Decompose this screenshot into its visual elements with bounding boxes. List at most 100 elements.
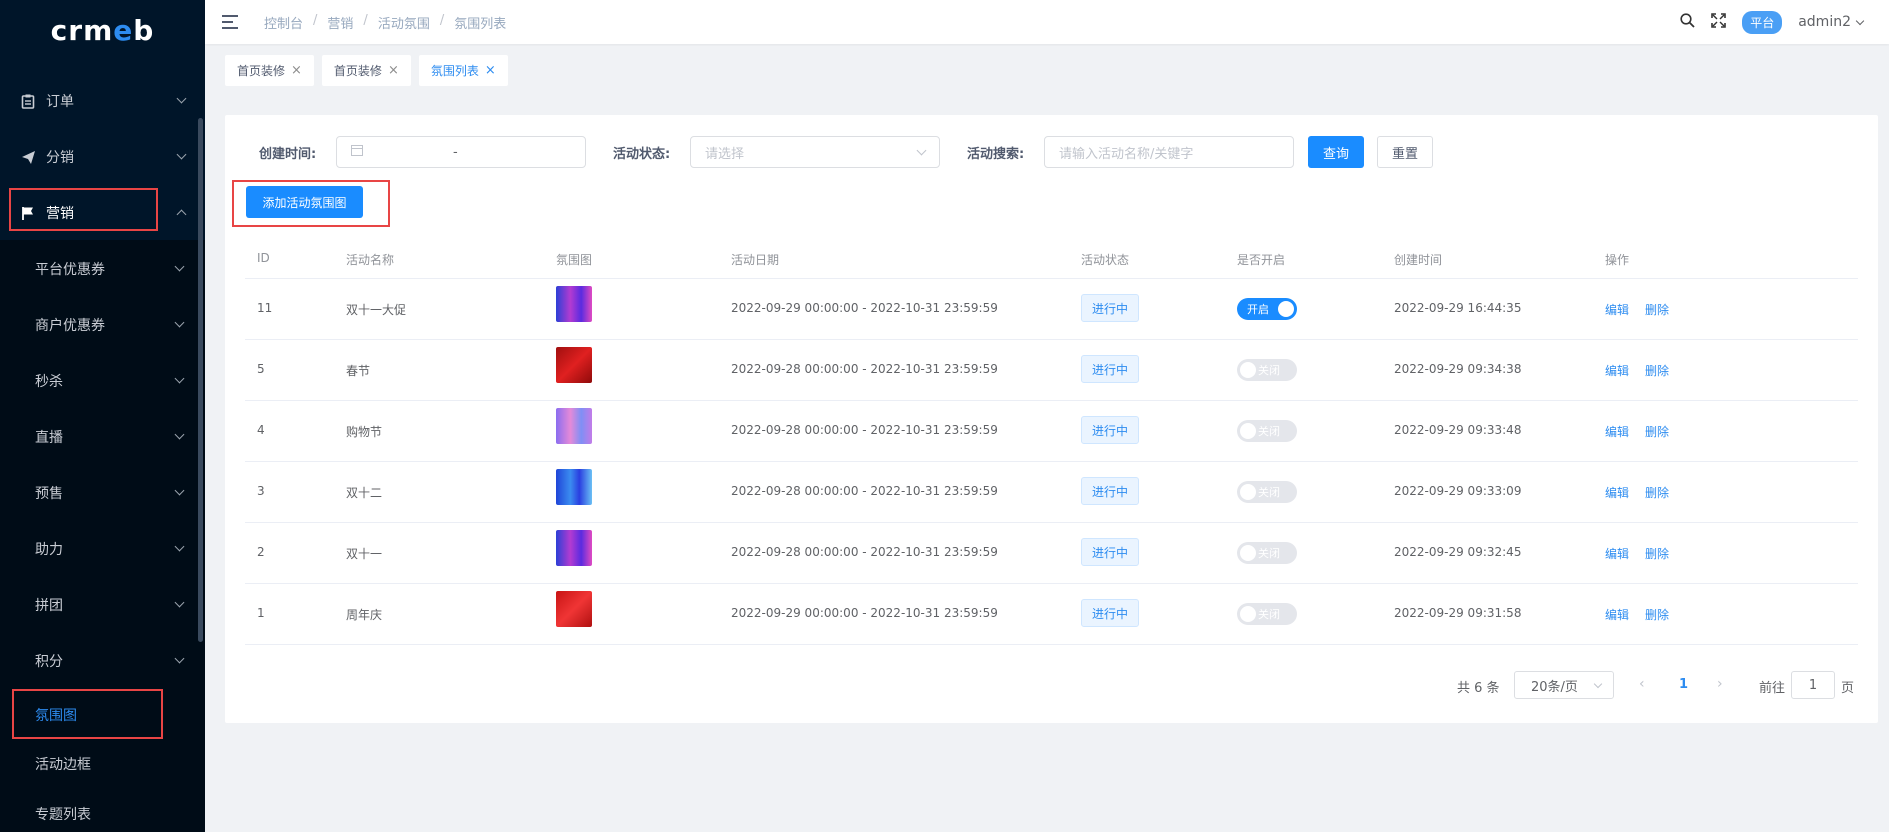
- toggle-knob: [1240, 362, 1256, 378]
- status-badge: 进行中: [1081, 355, 1139, 383]
- chevron-down-icon: [174, 541, 185, 552]
- enable-toggle[interactable]: 关闭: [1237, 603, 1297, 625]
- app-logo: crm e b: [50, 13, 155, 47]
- table-divider: [245, 461, 1858, 462]
- goto-label: 前往: [1759, 681, 1786, 696]
- sidebar-subitem-flash-sale[interactable]: 秒杀: [0, 353, 205, 409]
- enable-toggle[interactable]: 关闭: [1237, 420, 1297, 442]
- cell-name: 周年庆: [346, 608, 383, 622]
- chevron-down-icon: [174, 261, 185, 272]
- edit-link[interactable]: 编辑: [1605, 606, 1629, 623]
- sidebar-subitem-label: 预售: [35, 486, 63, 502]
- user-menu[interactable]: admin2: [1798, 14, 1865, 30]
- atmosphere-thumbnail[interactable]: [556, 408, 592, 444]
- tab-home-decor-1[interactable]: 首页装修 ×: [225, 54, 314, 86]
- delete-link[interactable]: 删除: [1645, 484, 1669, 501]
- breadcrumb-item[interactable]: 营销: [327, 13, 353, 32]
- prev-page-icon[interactable]: ‹: [1639, 676, 1645, 692]
- search-input-placeholder: 请输入活动名称/关键字: [1059, 146, 1194, 162]
- atmosphere-thumbnail[interactable]: [556, 469, 592, 505]
- toggle-knob: [1240, 606, 1256, 622]
- main-card: 创建时间: - 活动状态: 请选择 活动搜索: 请输入活动名称/关键字 查询 重…: [225, 115, 1878, 723]
- query-button[interactable]: 查询: [1308, 136, 1364, 168]
- close-icon[interactable]: ×: [291, 63, 302, 78]
- enable-toggle[interactable]: 关闭: [1237, 359, 1297, 381]
- cell-date: 2022-09-28 00:00:00 - 2022-10-31 23:59:5…: [731, 423, 998, 437]
- sidebar: crm e b 订单 分销 营销 平台优惠券 商户优惠券 秒杀 直播 预售 助力 拼…: [0, 0, 205, 832]
- chevron-down-icon: [1855, 16, 1865, 25]
- sidebar-item-distribution[interactable]: 分销: [0, 129, 205, 185]
- column-header-created: 创建时间: [1394, 253, 1443, 267]
- sidebar-subitem-platform-coupon[interactable]: 平台优惠券: [0, 241, 205, 297]
- search-icon[interactable]: [1680, 12, 1695, 32]
- toggle-knob: [1278, 301, 1294, 317]
- edit-link[interactable]: 编辑: [1605, 545, 1629, 562]
- delete-link[interactable]: 删除: [1645, 423, 1669, 440]
- sidebar-subitem-label: 积分: [35, 654, 63, 670]
- menu-toggle-icon[interactable]: [222, 15, 238, 29]
- atmosphere-thumbnail[interactable]: [556, 530, 592, 566]
- highlight-box: [12, 689, 163, 739]
- enable-toggle[interactable]: 关闭: [1237, 542, 1297, 564]
- close-icon[interactable]: ×: [485, 63, 496, 78]
- sidebar-subitem-label: 商户优惠券: [35, 318, 105, 334]
- breadcrumb-item[interactable]: 控制台: [264, 13, 303, 32]
- table-divider: [245, 339, 1858, 340]
- atmosphere-thumbnail[interactable]: [556, 286, 592, 322]
- calendar-icon: [351, 144, 363, 160]
- edit-link[interactable]: 编辑: [1605, 423, 1629, 440]
- goto-page-input[interactable]: 1: [1791, 671, 1835, 699]
- sidebar-subitem-presale[interactable]: 预售: [0, 465, 205, 521]
- edit-link[interactable]: 编辑: [1605, 484, 1629, 501]
- edit-link[interactable]: 编辑: [1605, 362, 1629, 379]
- header-actions: 平台 admin2: [1680, 0, 1865, 44]
- sidebar-subitem-group-buy[interactable]: 拼团: [0, 577, 205, 633]
- column-header-id: ID: [257, 251, 270, 265]
- delete-link[interactable]: 删除: [1645, 545, 1669, 562]
- status-badge: 进行中: [1081, 294, 1139, 322]
- sidebar-subitem-live[interactable]: 直播: [0, 409, 205, 465]
- highlight-box: [9, 188, 158, 231]
- reset-button[interactable]: 重置: [1377, 136, 1433, 168]
- cell-id: 11: [257, 301, 273, 315]
- sidebar-scrollbar[interactable]: [198, 118, 203, 642]
- tab-atmosphere-list[interactable]: 氛围列表 ×: [418, 54, 508, 86]
- chevron-down-icon: [174, 317, 185, 328]
- delete-link[interactable]: 删除: [1645, 606, 1669, 623]
- date-range-picker[interactable]: -: [336, 136, 586, 168]
- next-page-icon[interactable]: ›: [1717, 676, 1723, 692]
- atmosphere-thumbnail[interactable]: [556, 347, 592, 383]
- sidebar-item-label: 分销: [46, 150, 74, 166]
- fullscreen-icon[interactable]: [1711, 12, 1727, 32]
- cell-date: 2022-09-28 00:00:00 - 2022-10-31 23:59:5…: [731, 484, 998, 498]
- search-filter-label: 活动搜索:: [967, 147, 1025, 162]
- breadcrumb-separator: /: [363, 12, 368, 28]
- edit-link[interactable]: 编辑: [1605, 301, 1629, 318]
- sidebar-subitem-points[interactable]: 积分: [0, 633, 205, 689]
- cell-created: 2022-09-29 16:44:35: [1394, 301, 1522, 315]
- cell-created: 2022-09-29 09:32:45: [1394, 545, 1522, 559]
- delete-link[interactable]: 删除: [1645, 362, 1669, 379]
- sidebar-subitem-label: 助力: [35, 542, 63, 558]
- sidebar-subitem-topic-list[interactable]: 专题列表: [0, 786, 205, 832]
- chevron-down-icon: [174, 373, 185, 384]
- tab-home-decor-2[interactable]: 首页装修 ×: [321, 54, 411, 86]
- page-size-select[interactable]: 20条/页: [1514, 671, 1614, 699]
- atmosphere-thumbnail[interactable]: [556, 591, 592, 627]
- chevron-down-icon: [174, 597, 185, 608]
- status-badge: 进行中: [1081, 416, 1139, 444]
- breadcrumb-item[interactable]: 活动氛围: [378, 13, 430, 32]
- cell-date: 2022-09-29 00:00:00 - 2022-10-31 23:59:5…: [731, 606, 998, 620]
- delete-link[interactable]: 删除: [1645, 301, 1669, 318]
- close-icon[interactable]: ×: [388, 63, 399, 78]
- enable-toggle[interactable]: 关闭: [1237, 481, 1297, 503]
- sidebar-item-orders[interactable]: 订单: [0, 73, 205, 129]
- status-select[interactable]: 请选择: [690, 136, 940, 168]
- page-number-current[interactable]: 1: [1679, 677, 1688, 692]
- search-input[interactable]: 请输入活动名称/关键字: [1044, 136, 1294, 168]
- sidebar-subitem-activity-border[interactable]: 活动边框: [0, 736, 205, 792]
- sidebar-subitem-merchant-coupon[interactable]: 商户优惠券: [0, 297, 205, 353]
- column-header-name: 活动名称: [346, 253, 395, 267]
- enable-toggle[interactable]: 开启: [1237, 298, 1297, 320]
- sidebar-subitem-assist[interactable]: 助力: [0, 521, 205, 577]
